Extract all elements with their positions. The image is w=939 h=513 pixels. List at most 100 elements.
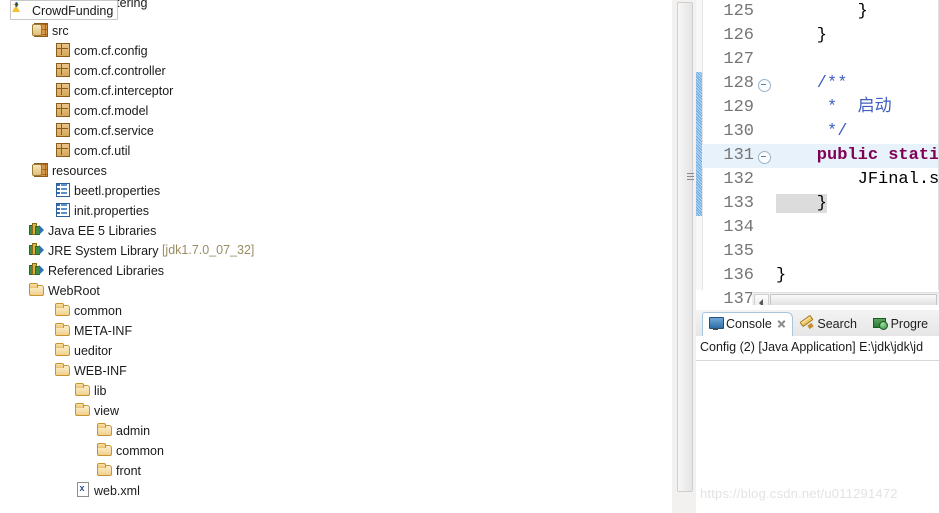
tree-item-label: com.cf.interceptor — [74, 83, 174, 98]
editor-vertical-scrollbar[interactable] — [672, 0, 696, 513]
tab-label: Search — [817, 317, 857, 331]
code-line[interactable]: 134 — [702, 216, 939, 240]
project-warning-icon — [12, 1, 28, 17]
project-tree[interactable]: CollaborativeFilteringCrowdFundingsrccom… — [0, 0, 672, 500]
code-line[interactable]: 129 * 启动 — [702, 96, 939, 120]
tree-item-label: ueditor — [74, 343, 113, 358]
scrollbar-grip-icon — [687, 173, 694, 182]
folder-icon — [96, 441, 112, 457]
library-icon — [28, 241, 44, 257]
scrollbar-track[interactable] — [677, 2, 694, 492]
tree-item-label: front — [116, 463, 142, 478]
package-icon — [54, 61, 70, 77]
tree-item-label: com.cf.controller — [74, 63, 166, 78]
folder-icon — [74, 381, 90, 397]
code-text: /** — [776, 74, 848, 93]
folder-icon — [54, 361, 70, 377]
tree-item[interactable]: common — [0, 300, 672, 320]
line-number: 134 — [723, 218, 754, 237]
tree-item[interactable]: resources — [0, 160, 672, 180]
tree-item-label: resources — [52, 163, 107, 178]
tab-search[interactable]: Search — [794, 313, 862, 335]
code-fold-collapse-icon[interactable] — [758, 79, 771, 92]
close-icon[interactable] — [776, 318, 787, 329]
tree-item[interactable]: META-INF — [0, 320, 672, 340]
code-fold-collapse-icon[interactable] — [758, 151, 771, 164]
tree-item[interactable]: com.cf.service — [0, 120, 672, 140]
tree-item[interactable]: com.cf.util — [0, 140, 672, 160]
tree-item[interactable]: Referenced Libraries — [0, 260, 672, 280]
tree-item[interactable]: admin — [0, 420, 672, 440]
line-number: 137 — [723, 290, 754, 305]
tree-item[interactable]: lib — [0, 380, 672, 400]
line-number: 125 — [723, 2, 754, 21]
package-icon — [54, 121, 70, 137]
tree-item-label: web.xml — [94, 483, 140, 498]
properties-file-icon — [54, 181, 70, 197]
eclipse-ide-screenshot: CollaborativeFilteringCrowdFundingsrccom… — [0, 0, 939, 513]
package-explorer-panel[interactable]: CollaborativeFilteringCrowdFundingsrccom… — [0, 0, 672, 513]
tab-console[interactable]: Console — [702, 312, 793, 337]
tree-item[interactable]: beetl.properties — [0, 180, 672, 200]
folder-icon — [54, 301, 70, 317]
code-editor[interactable]: 125 } 126 } 127 128 /** 129 * 启动 130 */131 pu… — [696, 0, 939, 305]
tree-item-label: com.cf.model — [74, 103, 149, 118]
tree-item[interactable]: CrowdFunding — [0, 0, 672, 20]
code-line[interactable]: 136} — [702, 264, 939, 288]
tree-item[interactable]: JRE System Library [jdk1.7.0_07_32] — [0, 240, 672, 260]
console-view[interactable]: Console Search Progre Config (2) [Java App… — [696, 310, 939, 513]
tree-item-label: src — [52, 23, 69, 38]
progress-icon — [872, 317, 888, 330]
code-text: } — [776, 266, 787, 285]
editor-code-area[interactable]: 125 } 126 } 127 128 /** 129 * 启动 130 */131 pu… — [702, 0, 939, 305]
tree-item-sub-label: [jdk1.7.0_07_32] — [161, 243, 255, 257]
code-line[interactable]: 133 } — [702, 192, 939, 216]
code-text: public stati — [776, 146, 939, 165]
tree-selection-box[interactable]: CrowdFunding — [10, 0, 119, 20]
tab-label: Console — [726, 317, 772, 331]
tree-item[interactable]: front — [0, 460, 672, 480]
code-line[interactable]: 130 */ — [702, 120, 939, 144]
tree-item[interactable]: com.cf.interceptor — [0, 80, 672, 100]
code-line[interactable]: 125 } — [702, 0, 939, 24]
tab-progre[interactable]: Progre — [868, 313, 934, 335]
tree-item-label: common — [116, 443, 164, 458]
tree-item[interactable]: com.cf.config — [0, 40, 672, 60]
tree-item[interactable]: Java EE 5 Libraries — [0, 220, 672, 240]
code-text: */ — [776, 122, 848, 141]
tree-item-label: Java EE 5 Libraries — [48, 223, 157, 238]
watermark-text: https://blog.csdn.net/u011291472 — [700, 486, 898, 501]
tab-separator — [696, 336, 939, 337]
tree-item[interactable]: com.cf.controller — [0, 60, 672, 80]
tree-item[interactable]: init.properties — [0, 200, 672, 220]
code-line[interactable]: 127 — [702, 48, 939, 72]
tree-item[interactable]: com.cf.model — [0, 100, 672, 120]
tree-item[interactable]: src — [0, 20, 672, 40]
tree-item[interactable]: WebRoot — [0, 280, 672, 300]
search-icon — [799, 317, 814, 330]
code-line[interactable]: 128 /** — [702, 72, 939, 96]
editor-horizontal-scrollbar[interactable] — [752, 292, 939, 305]
tree-item[interactable]: WEB-INF — [0, 360, 672, 380]
tree-item[interactable]: web.xml — [0, 480, 672, 500]
line-number: 128 — [723, 74, 754, 93]
code-line[interactable]: 126 } — [702, 24, 939, 48]
code-line[interactable]: 135 — [702, 240, 939, 264]
tree-item[interactable]: view — [0, 400, 672, 420]
console-tab-strip[interactable]: Console Search Progre — [696, 310, 939, 337]
horizontal-scroll-thumb[interactable] — [770, 294, 937, 305]
tree-item[interactable]: common — [0, 440, 672, 460]
line-number: 127 — [723, 50, 754, 69]
code-text: } — [776, 26, 828, 45]
tree-item-label: view — [94, 403, 120, 418]
tree-item[interactable]: ueditor — [0, 340, 672, 360]
code-line[interactable]: 131 public stati — [702, 144, 939, 168]
package-icon — [54, 81, 70, 97]
line-number: 135 — [723, 242, 754, 261]
scroll-left-arrow-icon[interactable] — [754, 294, 769, 305]
code-text: JFinal.st — [776, 170, 939, 189]
code-line[interactable]: 132 JFinal.st — [702, 168, 939, 192]
source-folder-icon — [32, 161, 48, 177]
tree-item-label: init.properties — [74, 203, 150, 218]
tree-item-label: admin — [116, 423, 151, 438]
